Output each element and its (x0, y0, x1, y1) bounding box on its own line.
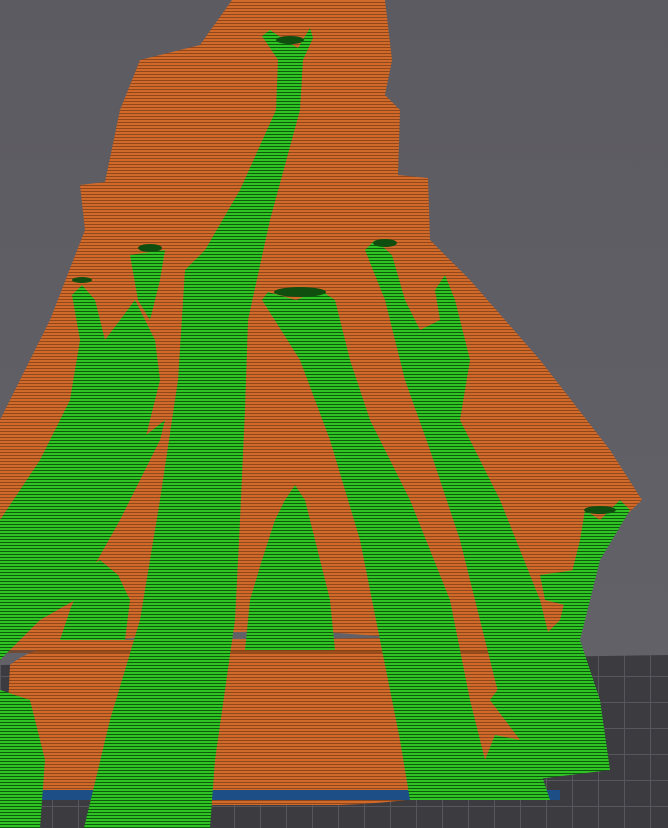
sliced-print-preview[interactable] (0, 0, 668, 828)
gcode-preview-viewport[interactable] (0, 0, 668, 828)
